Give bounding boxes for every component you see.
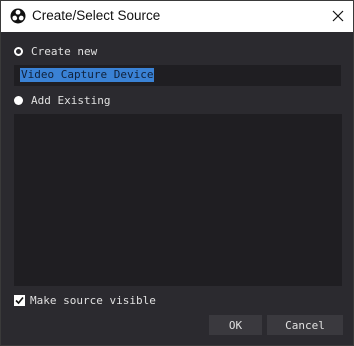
add-existing-label: Add Existing bbox=[31, 94, 111, 107]
existing-sources-list[interactable] bbox=[14, 114, 342, 286]
close-icon bbox=[332, 7, 344, 26]
create-new-label: Create new bbox=[31, 45, 98, 58]
create-new-radio[interactable]: Create new bbox=[14, 45, 97, 58]
make-source-visible-checkbox[interactable]: Make source visible bbox=[14, 294, 156, 307]
make-source-visible-label: Make source visible bbox=[30, 294, 156, 307]
obs-logo-icon bbox=[10, 8, 26, 24]
add-existing-radio[interactable]: Add Existing bbox=[14, 94, 110, 107]
radio-unchecked-icon bbox=[14, 96, 23, 105]
source-name-input[interactable]: Video Capture Device bbox=[14, 65, 341, 86]
source-name-text: Video Capture Device bbox=[20, 68, 155, 82]
radio-checked-icon bbox=[14, 47, 23, 56]
close-button[interactable] bbox=[323, 1, 353, 32]
create-select-source-dialog: Create/Select Source Create new Video Ca… bbox=[0, 0, 354, 346]
cancel-button[interactable]: Cancel bbox=[267, 315, 343, 335]
dialog-title: Create/Select Source bbox=[32, 8, 161, 23]
checkmark-icon bbox=[14, 295, 25, 306]
ok-button[interactable]: OK bbox=[209, 315, 262, 335]
title-bar: Create/Select Source bbox=[1, 1, 353, 32]
